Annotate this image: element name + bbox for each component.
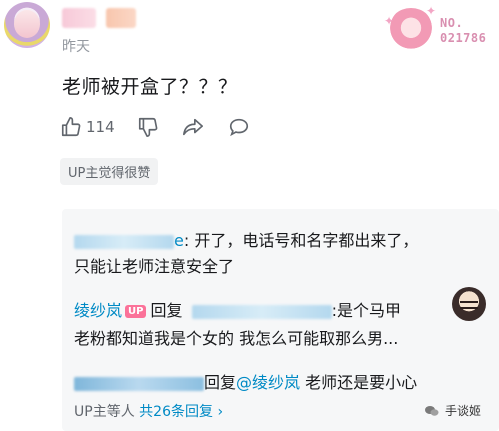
summary-prefix: UP主等人 — [74, 404, 135, 420]
fan-badge: ✦ ✦ NO. 021786 — [384, 4, 493, 56]
reply-author-suffix[interactable]: e — [174, 231, 184, 250]
comment-actions: 114 — [60, 116, 273, 138]
reply-author[interactable]: 绫纱岚 — [74, 301, 122, 320]
reply-button[interactable] — [227, 116, 251, 138]
watermark: 手谈姬 — [424, 402, 481, 419]
reply-3: 回复@绫纱岚 老师还是要小心 — [74, 369, 417, 393]
reply-target-blurred[interactable] — [191, 304, 332, 319]
badge-number: NO. 021786 — [440, 16, 487, 45]
thumbs-up-icon — [61, 117, 81, 137]
username-blurred[interactable] — [62, 8, 136, 28]
up-liked-tag: UP主觉得很赞 — [60, 158, 159, 185]
reply-word: 回复 — [150, 301, 183, 320]
reply-summary[interactable]: UP主等人 共26条回复 › — [74, 401, 223, 421]
reply-1: e: 开了，电话号和名字都出来了， — [74, 227, 418, 251]
reply-2-cont: 老粉都知道我是个女的 我怎么可能取那么男... — [74, 329, 399, 348]
reply-2: 绫纱岚 UP 回复 :是个马甲 — [74, 297, 401, 321]
replies-panel: e: 开了，电话号和名字都出来了， 只能让老师注意安全了 绫纱岚 UP 回复 :是个… — [62, 209, 499, 431]
like-count: 114 — [86, 118, 115, 136]
comment-date: 昨天 — [62, 39, 90, 55]
reply-count-link[interactable]: 共26条回复 — [139, 404, 213, 420]
reply-word: 回复 — [204, 373, 237, 392]
comment-text: 老师被开盒了？？？ — [62, 76, 238, 98]
wechat-icon — [424, 405, 439, 416]
reply-mention[interactable]: @绫纱岚 — [236, 373, 300, 392]
reply-author-blurred[interactable] — [74, 234, 174, 249]
share-icon — [182, 118, 203, 136]
share-button[interactable] — [181, 116, 205, 138]
sparkle-icon: ✦ — [426, 4, 437, 18]
up-badge: UP — [125, 305, 147, 318]
chevron-right-icon: › — [217, 404, 224, 420]
like-button[interactable]: 114 — [60, 116, 115, 138]
dislike-button[interactable] — [137, 116, 159, 138]
reply-text: : 开了，电话号和名字都出来了， — [183, 231, 419, 250]
reply-1-cont: 只能让老师注意安全了 — [74, 257, 235, 276]
reply-text: :是个马甲 — [331, 301, 401, 320]
thumbs-down-icon — [138, 117, 158, 137]
sparkle-icon: ✦ — [384, 14, 395, 28]
comment-bubble-icon — [229, 118, 248, 137]
watermark-text: 手谈姬 — [444, 404, 481, 418]
reply-text: 老师还是要小心 — [300, 373, 418, 392]
user-sticker-avatar — [452, 287, 486, 321]
reply-author-blurred[interactable] — [74, 376, 204, 391]
user-avatar[interactable] — [4, 2, 50, 48]
